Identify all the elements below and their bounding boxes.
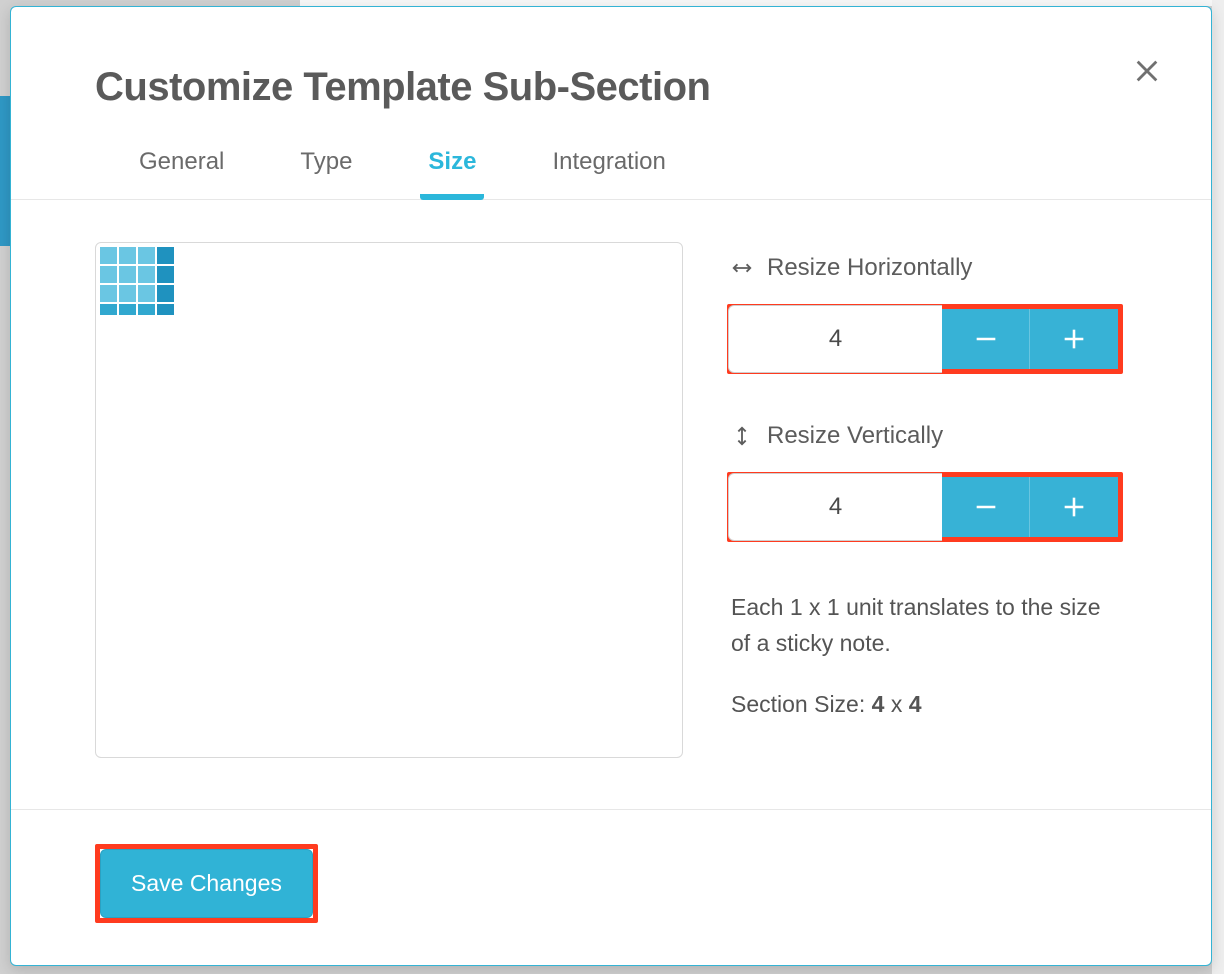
size-controls: Resize Horizontally 4 bbox=[731, 242, 1127, 769]
tabs: General Type Size Integration bbox=[11, 110, 1211, 200]
modal-title: Customize Template Sub-Section bbox=[95, 65, 1127, 110]
resize-horizontal-icon bbox=[731, 257, 753, 279]
preview-cell bbox=[119, 304, 136, 315]
size-help-text: Each 1 x 1 unit translates to the size o… bbox=[731, 590, 1111, 661]
preview-cell bbox=[157, 304, 174, 315]
vertical-label-row: Resize Vertically bbox=[731, 422, 1127, 450]
background-sidebar-strip bbox=[0, 96, 10, 246]
customize-subsection-modal: Customize Template Sub-Section General T… bbox=[10, 6, 1212, 966]
background-panel-side bbox=[1212, 0, 1224, 974]
horizontal-label-row: Resize Horizontally bbox=[731, 254, 1127, 282]
horizontal-increment-button[interactable] bbox=[1030, 309, 1118, 369]
tab-integration[interactable]: Integration bbox=[544, 148, 673, 200]
tab-general[interactable]: General bbox=[131, 148, 232, 200]
modal-header: Customize Template Sub-Section bbox=[11, 7, 1211, 110]
vertical-value[interactable]: 4 bbox=[728, 473, 942, 541]
section-size-width: 4 bbox=[872, 691, 885, 717]
preview-cell bbox=[100, 247, 117, 264]
minus-icon bbox=[972, 325, 1000, 353]
section-size-sep: x bbox=[884, 691, 908, 717]
vertical-label: Resize Vertically bbox=[767, 422, 943, 450]
preview-cell bbox=[138, 285, 155, 302]
horizontal-decrement-button[interactable] bbox=[942, 309, 1030, 369]
preview-cell bbox=[138, 304, 155, 315]
tab-type[interactable]: Type bbox=[292, 148, 360, 200]
vertical-stepper: 4 bbox=[727, 472, 1123, 542]
horizontal-value[interactable]: 4 bbox=[728, 305, 942, 373]
horizontal-group: Resize Horizontally 4 bbox=[731, 254, 1127, 374]
horizontal-stepper: 4 bbox=[727, 304, 1123, 374]
vertical-increment-button[interactable] bbox=[1030, 477, 1118, 537]
preview-cell bbox=[119, 247, 136, 264]
close-icon bbox=[1133, 57, 1161, 85]
preview-cell bbox=[100, 285, 117, 302]
preview-cell bbox=[157, 285, 174, 302]
resize-vertical-icon bbox=[731, 425, 753, 447]
preview-cell bbox=[138, 247, 155, 264]
modal-footer: Save Changes bbox=[11, 809, 1211, 965]
modal-body: Resize Horizontally 4 bbox=[11, 200, 1211, 809]
preview-cell bbox=[157, 266, 174, 283]
horizontal-label: Resize Horizontally bbox=[767, 254, 972, 282]
size-preview-box bbox=[95, 242, 683, 758]
save-highlight: Save Changes bbox=[95, 844, 318, 923]
plus-icon bbox=[1060, 325, 1088, 353]
plus-icon bbox=[1060, 493, 1088, 521]
grid-preview bbox=[100, 247, 174, 321]
section-size-line: Section Size: 4 x 4 bbox=[731, 691, 1127, 718]
tab-size[interactable]: Size bbox=[420, 148, 484, 200]
preview-cell bbox=[157, 247, 174, 264]
preview-cell bbox=[138, 266, 155, 283]
section-size-label: Section Size: bbox=[731, 691, 872, 717]
preview-cell bbox=[119, 285, 136, 302]
vertical-group: Resize Vertically 4 bbox=[731, 422, 1127, 542]
minus-icon bbox=[972, 493, 1000, 521]
preview-cell bbox=[119, 266, 136, 283]
section-size-height: 4 bbox=[909, 691, 922, 717]
preview-cell bbox=[100, 304, 117, 315]
save-changes-button[interactable]: Save Changes bbox=[100, 849, 313, 918]
close-button[interactable] bbox=[1127, 51, 1167, 91]
preview-cell bbox=[100, 266, 117, 283]
vertical-decrement-button[interactable] bbox=[942, 477, 1030, 537]
